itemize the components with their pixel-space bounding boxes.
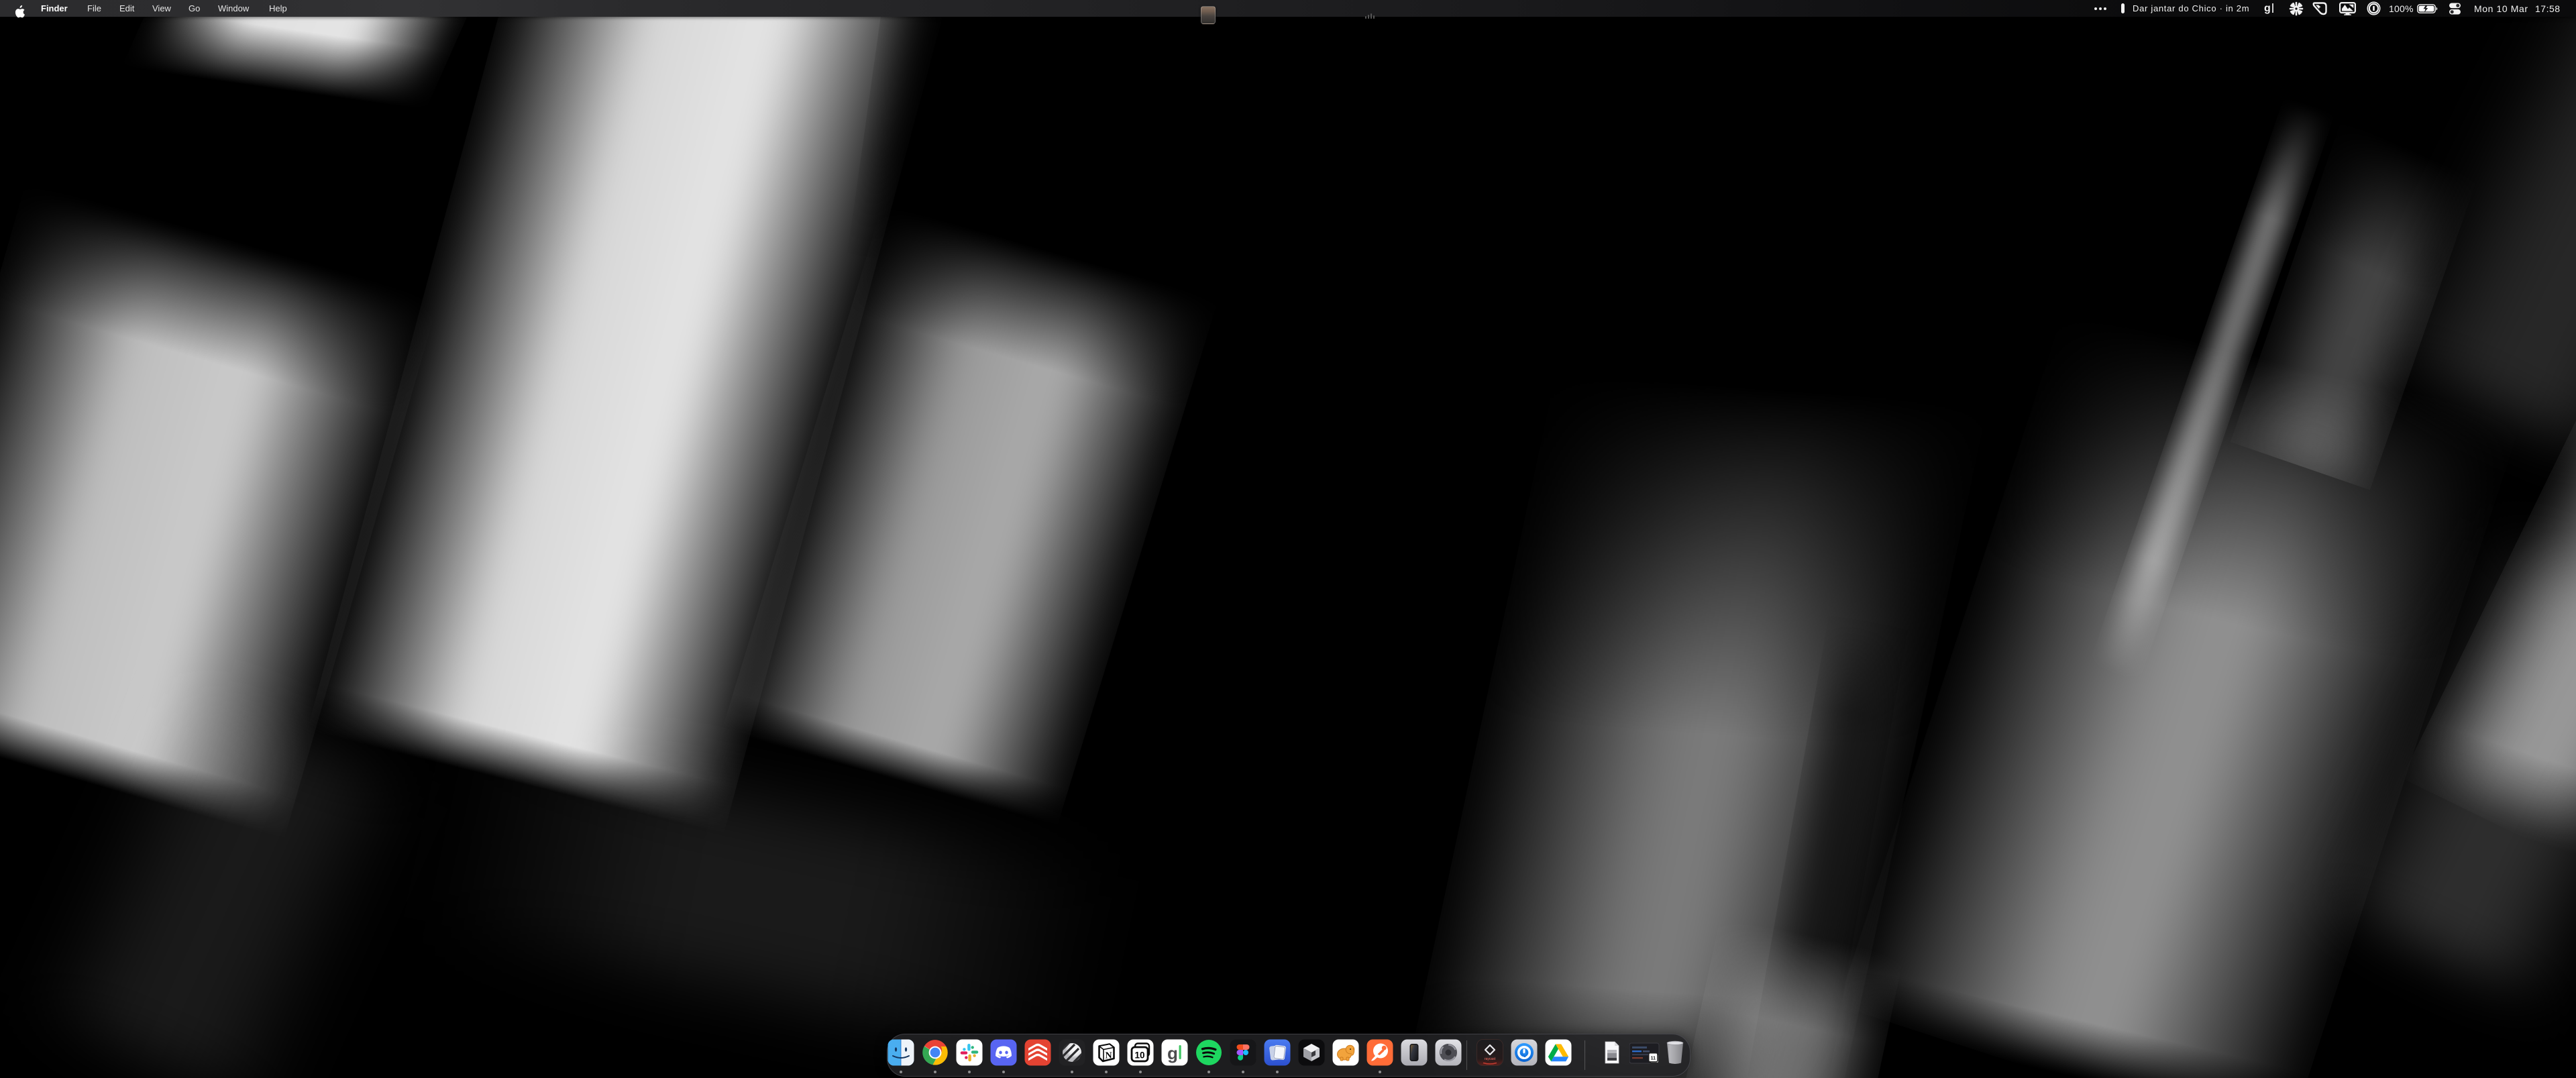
svg-text:11: 11 — [1651, 1057, 1656, 1061]
svg-text:raycast: raycast — [1485, 1057, 1496, 1061]
svg-text:N: N — [1105, 1051, 1112, 1061]
svg-text:10: 10 — [1134, 1050, 1144, 1061]
svg-text:g: g — [1167, 1043, 1178, 1063]
